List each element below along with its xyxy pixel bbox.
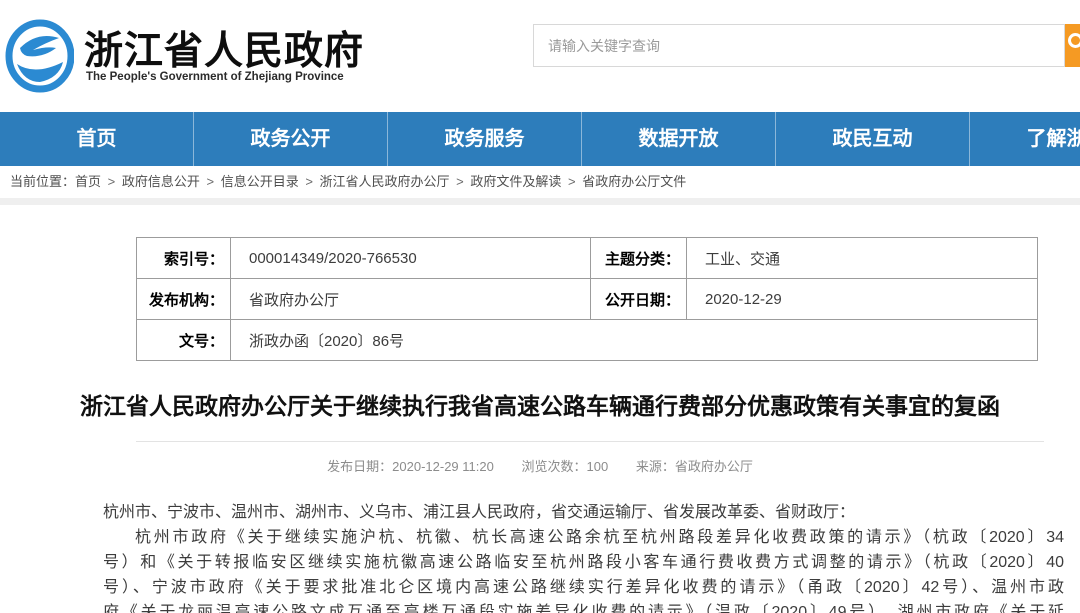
- breadcrumb-separator: >: [203, 174, 218, 189]
- breadcrumb-separator: >: [453, 174, 468, 189]
- meta-value-docnum: 浙政办函〔2020〕86号: [231, 320, 1038, 361]
- breadcrumb: 当前位置：首页 > 政府信息公开 > 信息公开目录 > 浙江省人民政府办公厅 >…: [0, 166, 1080, 198]
- nav-item-gov-open[interactable]: 政务公开: [194, 112, 388, 166]
- site-title: 浙江省人民政府: [84, 20, 364, 76]
- nav-item-about-zhejiang[interactable]: 了解浙江: [970, 112, 1080, 166]
- meta-label-index: 索引号：: [137, 238, 231, 279]
- nav-item-public-interaction[interactable]: 政民互动: [776, 112, 970, 166]
- breadcrumb-item[interactable]: 政府文件及解读: [470, 174, 561, 189]
- breadcrumb-item[interactable]: 首页: [75, 174, 101, 189]
- publish-date: 发布日期：2020-12-29 11:20: [327, 459, 494, 474]
- body-paragraph: 杭州市政府《关于继续实施沪杭、杭徽、杭长高速公路余杭至杭州路段差异化收费政策的请…: [103, 525, 1064, 613]
- nav-item-data-open[interactable]: 数据开放: [582, 112, 776, 166]
- meta-label-date: 公开日期：: [591, 279, 687, 320]
- document-title: 浙江省人民政府办公厅关于继续执行我省高速公路车辆通行费部分优惠政策有关事宜的复函: [20, 392, 1060, 420]
- section-divider: [0, 198, 1080, 205]
- body-line: 杭州市政府《关于继续实施沪杭、杭徽、杭长高速公路余杭至杭州路段差异化收费政策的请…: [103, 525, 1064, 550]
- breadcrumb-separator: >: [302, 174, 317, 189]
- nav-item-home[interactable]: 首页: [0, 112, 194, 166]
- article-meta: 发布日期：2020-12-29 11:20 浏览次数：100 来源：省政府办公厅: [0, 456, 1080, 475]
- meta-label-agency: 发布机构：: [137, 279, 231, 320]
- search-button[interactable]: [1065, 24, 1080, 67]
- document-meta-table: 索引号： 000014349/2020-766530 主题分类： 工业、交通 发…: [136, 237, 1038, 361]
- page: 浙江省人民政府 The People's Government of Zheji…: [0, 0, 1080, 613]
- nav-item-gov-service[interactable]: 政务服务: [388, 112, 582, 166]
- salutation-line: 杭州市、宁波市、温州市、湖州市、义乌市、浦江县人民政府，省交通运输厅、省发展改革…: [103, 500, 1064, 525]
- meta-label-docnum: 文号：: [137, 320, 231, 361]
- meta-row: 发布机构： 省政府办公厅 公开日期： 2020-12-29: [137, 279, 1038, 320]
- title-divider: [136, 441, 1044, 442]
- meta-label-topic: 主题分类：: [591, 238, 687, 279]
- meta-row: 索引号： 000014349/2020-766530 主题分类： 工业、交通: [137, 238, 1038, 279]
- breadcrumb-item[interactable]: 浙江省人民政府办公厅: [320, 174, 450, 189]
- breadcrumb-path: 首页 > 政府信息公开 > 信息公开目录 > 浙江省人民政府办公厅 > 政府文件…: [75, 174, 686, 189]
- meta-value-topic: 工业、交通: [687, 238, 1038, 279]
- search-input[interactable]: [533, 24, 1065, 67]
- meta-row: 文号： 浙政办函〔2020〕86号: [137, 320, 1038, 361]
- site-subtitle: The People's Government of Zhejiang Prov…: [86, 71, 344, 83]
- body-line: 府《关于龙丽温高速公路文成互通至高楼互通段实施差异化收费的请示》（温政〔2020…: [103, 600, 1064, 613]
- meta-value-agency: 省政府办公厅: [231, 279, 591, 320]
- view-count: 浏览次数：100: [521, 459, 608, 474]
- site-header: 浙江省人民政府 The People's Government of Zheji…: [0, 0, 1080, 112]
- breadcrumb-item[interactable]: 省政府办公厅文件: [582, 174, 686, 189]
- search-icon: [1068, 33, 1080, 48]
- body-line: 号）、宁波市政府《关于要求批准北仑区境内高速公路继续实行差异化收费的请示》（甬政…: [103, 575, 1064, 600]
- breadcrumb-prefix: 当前位置：: [10, 174, 75, 189]
- article-body: 杭州市、宁波市、温州市、湖州市、义乌市、浦江县人民政府，省交通运输厅、省发展改革…: [103, 500, 1064, 613]
- breadcrumb-item[interactable]: 政府信息公开: [122, 174, 200, 189]
- meta-value-date: 2020-12-29: [687, 279, 1038, 320]
- main-nav: 首页政务公开政务服务数据开放政民互动了解浙江: [0, 112, 1080, 166]
- breadcrumb-separator: >: [564, 174, 579, 189]
- zhejiang-gov-emblem-icon: [4, 17, 74, 98]
- source: 来源：省政府办公厅: [636, 459, 753, 474]
- breadcrumb-separator: >: [104, 174, 119, 189]
- body-line: 号）和《关于转报临安区继续实施杭徽高速公路临安至杭州路段小客车通行费收费方式调整…: [103, 550, 1064, 575]
- breadcrumb-item[interactable]: 信息公开目录: [221, 174, 299, 189]
- meta-value-index: 000014349/2020-766530: [231, 238, 591, 279]
